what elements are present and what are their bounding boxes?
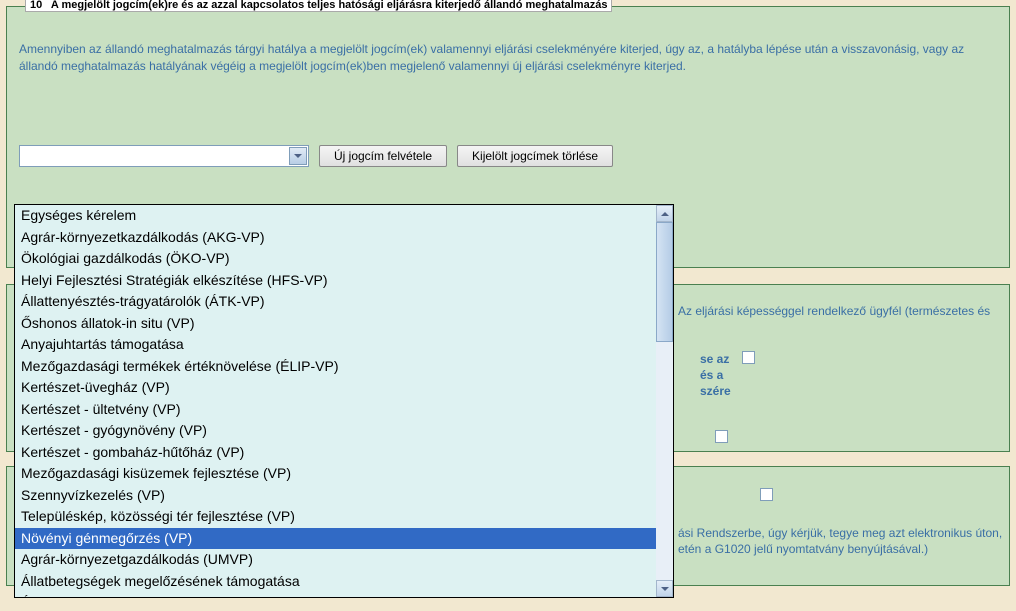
checkbox-2[interactable] bbox=[715, 430, 728, 443]
section-title: A megjelölt jogcím(ek)re és az azzal kap… bbox=[51, 0, 608, 11]
scroll-thumb[interactable] bbox=[656, 222, 673, 342]
jogcim-dropdown-list: Egységes kérelemAgrár-környezetkazdálkod… bbox=[14, 204, 674, 598]
dropdown-option[interactable]: Kertészet - ültetvény (VP) bbox=[15, 399, 656, 421]
dropdown-option[interactable]: Településkép, közösségi tér fejlesztése … bbox=[15, 506, 656, 528]
section-number: 10 bbox=[30, 0, 42, 11]
partial-text-line2a: se az bbox=[700, 352, 729, 366]
dropdown-option[interactable]: Állati génmegőrzés bbox=[15, 592, 656, 597]
dropdown-option[interactable]: Helyi Fejlesztési Stratégiák elkészítése… bbox=[15, 270, 656, 292]
jogcim-dropdown[interactable] bbox=[19, 145, 309, 167]
partial-text-line4: etén a G1020 jelű nyomtatvány benyújtásá… bbox=[678, 542, 928, 556]
chevron-down-icon[interactable] bbox=[289, 147, 307, 165]
section-10-label: 10 A megjelölt jogcím(ek)re és az azzal … bbox=[25, 0, 612, 12]
dropdown-option[interactable]: Állatbetegségek megelőzésének támogatása bbox=[15, 571, 656, 593]
partial-text-line2c: szére bbox=[700, 384, 731, 398]
scroll-up-button[interactable] bbox=[656, 205, 673, 222]
dropdown-option[interactable]: Kertészet - gyógynövény (VP) bbox=[15, 420, 656, 442]
delete-jogcim-button[interactable]: Kijelölt jogcímek törlése bbox=[457, 145, 613, 167]
dropdown-option[interactable]: Ökológiai gazdálkodás (ÖKO-VP) bbox=[15, 248, 656, 270]
dropdown-option[interactable]: Növényi génmegőrzés (VP) bbox=[15, 528, 656, 550]
scroll-track[interactable] bbox=[656, 222, 673, 580]
section-description: Amennyiben az állandó meghatalmazás tárg… bbox=[19, 41, 997, 75]
dropdown-option[interactable]: Mezőgazdasági termékek értéknövelése (ÉL… bbox=[15, 356, 656, 378]
partial-text-line3: ási Rendszerbe, úgy kérjük, tegye meg az… bbox=[678, 526, 1002, 540]
dropdown-option[interactable]: Őshonos állatok-in situ (VP) bbox=[15, 313, 656, 335]
partial-text-line2b: és a bbox=[700, 368, 723, 382]
dropdown-option[interactable]: Kertészet-üvegház (VP) bbox=[15, 377, 656, 399]
scroll-down-button[interactable] bbox=[656, 580, 673, 597]
dropdown-option[interactable]: Állattenyésztés-trágyatárolók (ÁTK-VP) bbox=[15, 291, 656, 313]
partial-text-line1: Az eljárási képességgel rendelkező ügyfé… bbox=[678, 304, 990, 318]
dropdown-option[interactable]: Szennyvízkezelés (VP) bbox=[15, 485, 656, 507]
new-jogcim-button[interactable]: Új jogcím felvétele bbox=[319, 145, 447, 167]
dropdown-option[interactable]: Agrár-környezetgazdálkodás (UMVP) bbox=[15, 549, 656, 571]
dropdown-scrollbar[interactable] bbox=[656, 205, 673, 597]
dropdown-option[interactable]: Mezőgazdasági kisüzemek fejlesztése (VP) bbox=[15, 463, 656, 485]
dropdown-option[interactable]: Agrár-környezetkazdálkodás (AKG-VP) bbox=[15, 227, 656, 249]
checkbox-3[interactable] bbox=[760, 488, 773, 501]
dropdown-option[interactable]: Kertészet - gombaház-hűtőház (VP) bbox=[15, 442, 656, 464]
checkbox-1[interactable] bbox=[742, 351, 755, 364]
dropdown-option[interactable]: Anyajuhtartás támogatása bbox=[15, 334, 656, 356]
dropdown-option[interactable]: Egységes kérelem bbox=[15, 205, 656, 227]
